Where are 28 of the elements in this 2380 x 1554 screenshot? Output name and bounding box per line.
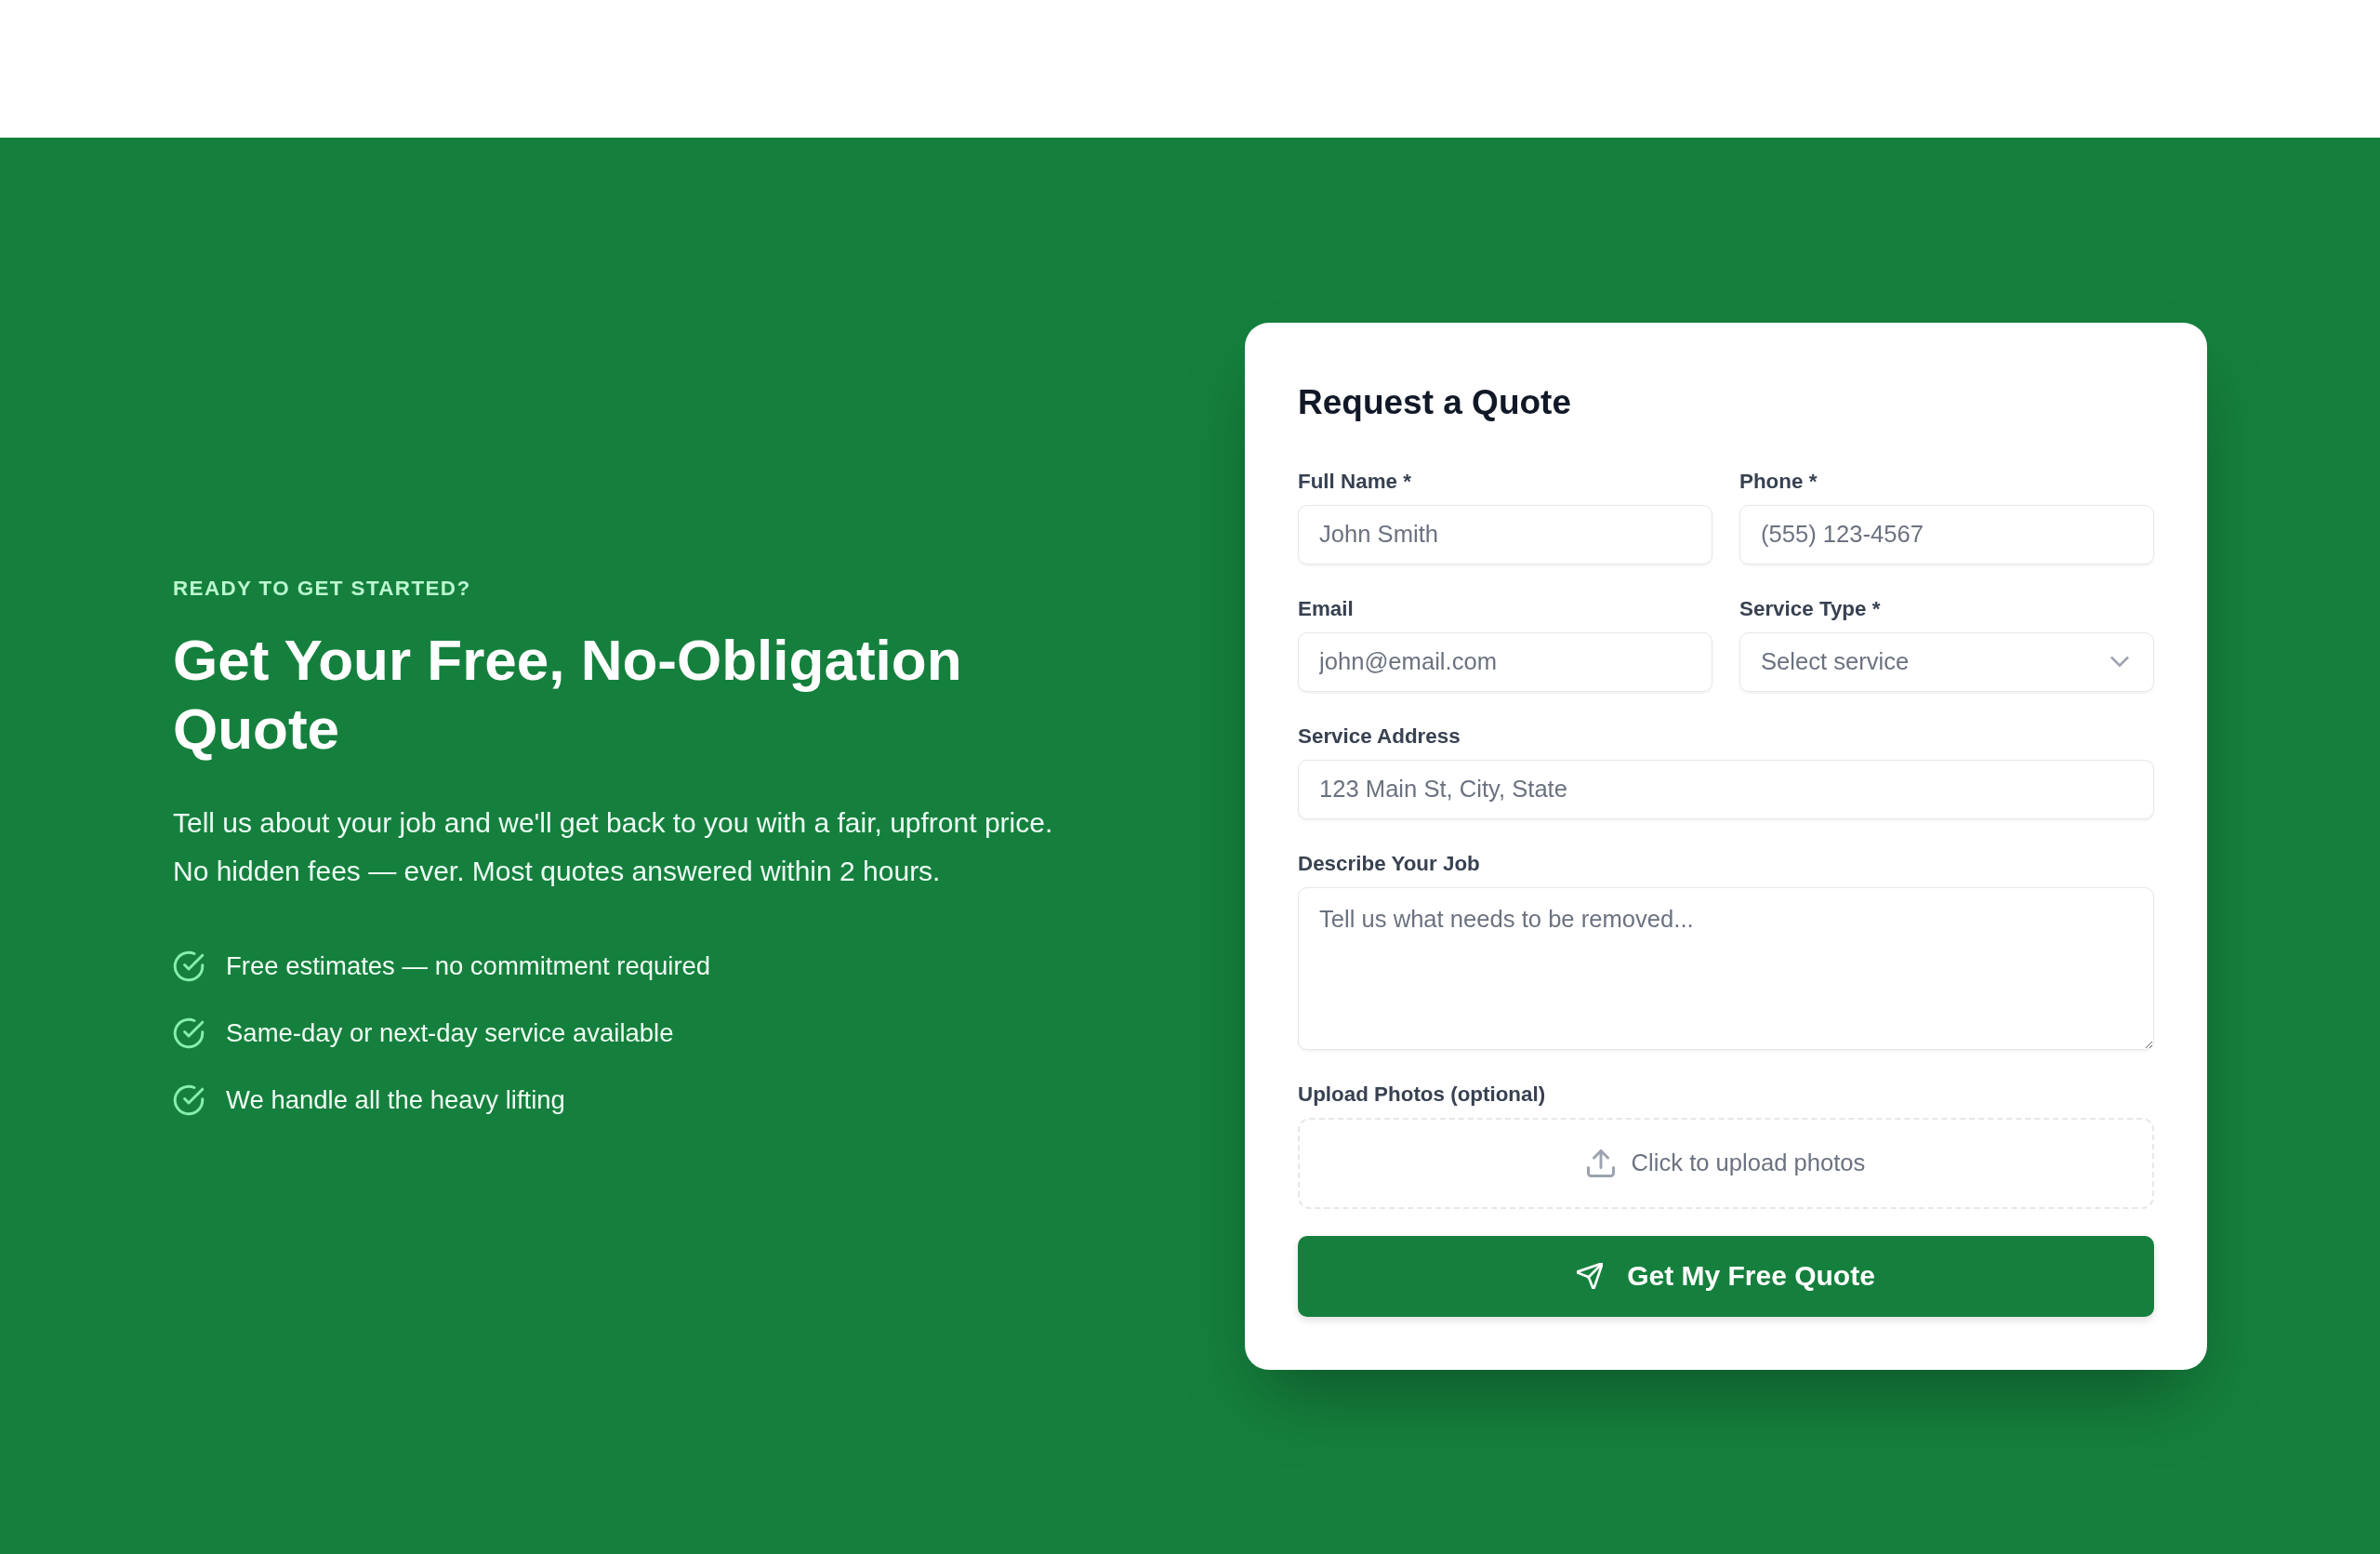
upload-icon: [1586, 1149, 1615, 1177]
field-label: Describe Your Job: [1298, 850, 1480, 877]
section-heading: Get Your Free, No-Obligation Quote: [173, 626, 963, 763]
field-label: Service Address: [1298, 723, 1461, 750]
field-label: Upload Photos (optional): [1298, 1081, 1546, 1108]
circle-check-icon: [173, 950, 205, 982]
field-label: Phone *: [1739, 468, 1818, 495]
textarea-field[interactable]: Tell us what needs to be removed...: [1298, 886, 2154, 1050]
eyebrow-text: READY TO GET STARTED?: [173, 575, 471, 602]
circle-check-icon: [173, 1083, 205, 1116]
input-field[interactable]: (555) 123-4567: [1739, 504, 2154, 564]
input-field[interactable]: John Smith: [1298, 504, 1712, 564]
benefit-text: Same-day or next-day service available: [226, 1016, 674, 1049]
chevron-down-icon: [2110, 657, 2129, 667]
field-label: Full Name *: [1298, 468, 1411, 495]
field-label: Email: [1298, 595, 1354, 622]
input-field[interactable]: john@email.com: [1298, 631, 1712, 692]
benefit-text: Free estimates — no commitment required: [226, 950, 711, 982]
input-field[interactable]: 123 Main St, City, State: [1298, 759, 2154, 819]
benefit-text: We handle all the heavy lifting: [226, 1083, 565, 1116]
submit-button[interactable]: Get My Free Quote: [1298, 1235, 2154, 1317]
send-icon: [1577, 1263, 1604, 1289]
upload-dropzone[interactable]: Click to upload photos: [1298, 1117, 2154, 1209]
field-label: Service Type *: [1739, 595, 1881, 622]
select-field[interactable]: Select service: [1739, 631, 2154, 692]
form-title: Request a Quote: [1298, 381, 1572, 423]
circle-check-icon: [173, 1016, 205, 1049]
description-text: Tell us about your job and we'll get back to you with a fair, upfront price. No hidden fees — ever. Most quotes answered within 2 hours.: [173, 805, 1054, 888]
